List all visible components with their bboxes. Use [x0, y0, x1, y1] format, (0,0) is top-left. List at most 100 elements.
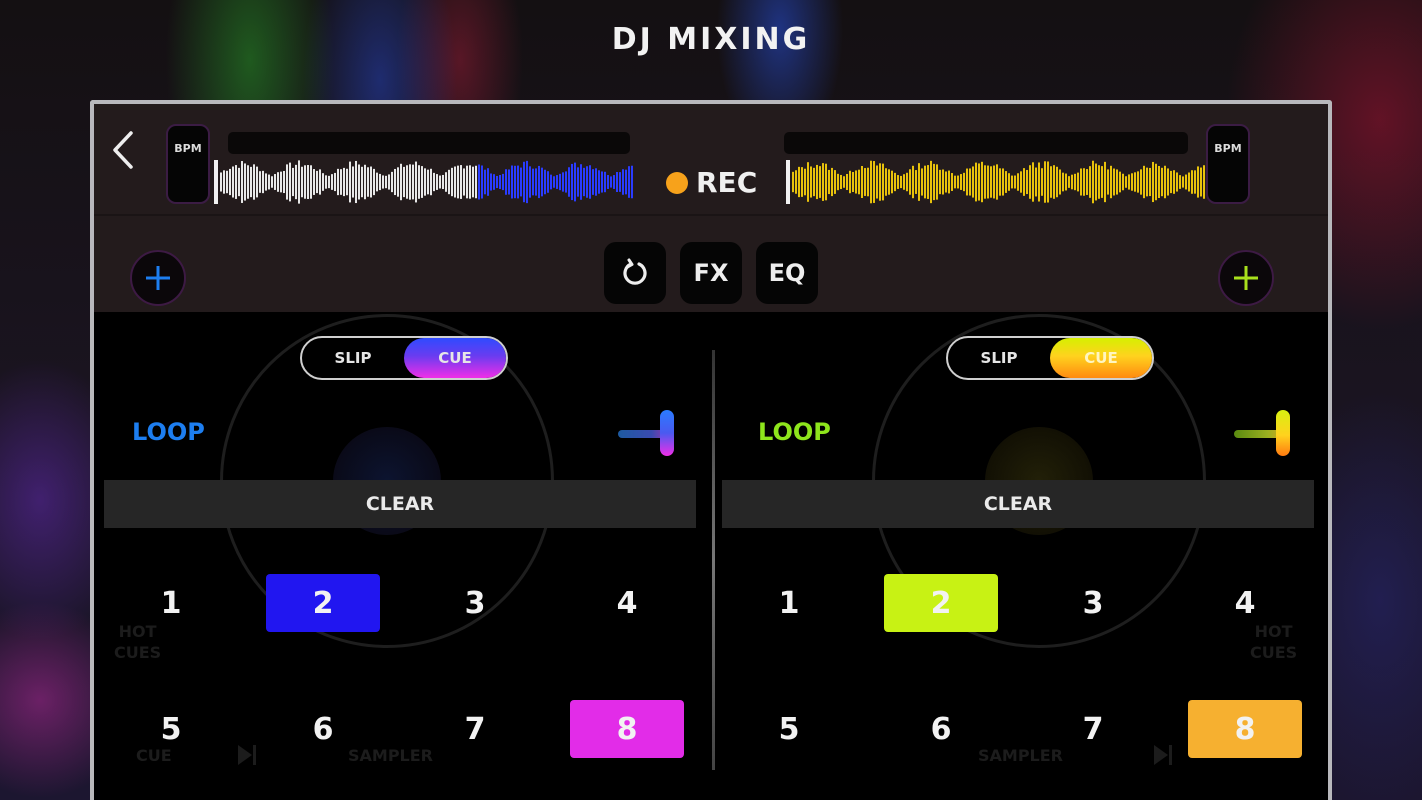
slip-cue-toggle-left[interactable]: SLIP CUE — [300, 336, 508, 380]
hot-cue-pad-8[interactable]: 8 — [1188, 700, 1302, 758]
waveform-bar — [852, 171, 854, 193]
bpm-display-right[interactable]: BPM — [1206, 124, 1250, 204]
toggle-slip-right[interactable]: SLIP — [948, 338, 1050, 378]
toggle-slip-left[interactable]: SLIP — [302, 338, 404, 378]
clear-button-left[interactable]: CLEAR — [104, 480, 696, 528]
hot-cue-pad-2[interactable]: 2 — [884, 574, 998, 632]
hot-cue-pad-7[interactable]: 7 — [1036, 700, 1150, 758]
hot-cue-pad-3[interactable]: 3 — [418, 574, 532, 632]
waveform-bar — [1041, 168, 1043, 196]
waveform-bar — [565, 171, 567, 193]
waveform-bar — [427, 169, 429, 195]
waveform-bar — [861, 166, 863, 198]
waveform-bar — [1125, 176, 1127, 188]
waveform-bar — [1176, 172, 1178, 192]
waveform-bar — [457, 165, 459, 199]
waveform-bar — [223, 170, 225, 194]
waveform-bar — [921, 168, 923, 196]
waveform-bar — [367, 167, 369, 197]
waveform-bar — [271, 176, 273, 188]
waveform-bar — [1191, 170, 1193, 194]
waveform-bar — [361, 166, 363, 198]
eq-button[interactable]: EQ — [756, 242, 818, 304]
waveform-bar — [421, 166, 423, 198]
waveform-bar — [448, 169, 450, 195]
waveform-bar — [610, 176, 612, 188]
hot-cue-pad-8[interactable]: 8 — [570, 700, 684, 758]
waveform-bar — [376, 172, 378, 192]
waveform-bar — [343, 167, 345, 197]
waveform-bar — [1182, 176, 1184, 188]
waveform-bar — [906, 172, 908, 192]
waveform-bar — [463, 168, 465, 196]
waveform-bar — [574, 162, 576, 202]
waveform-right[interactable] — [786, 158, 1210, 206]
waveform-bar — [963, 172, 965, 192]
pitch-slider-handle[interactable] — [1276, 410, 1290, 456]
back-button[interactable] — [108, 128, 138, 172]
waveform-bar — [514, 165, 516, 199]
waveform-bar — [625, 169, 627, 195]
record-button[interactable]: REC — [666, 166, 757, 199]
hot-cue-pad-3[interactable]: 3 — [1036, 574, 1150, 632]
slip-cue-toggle-right[interactable]: SLIP CUE — [946, 336, 1154, 380]
pitch-slider-right[interactable] — [1234, 410, 1294, 460]
waveform-bar — [981, 161, 983, 203]
hot-cue-pad-2[interactable]: 2 — [266, 574, 380, 632]
waveform-bar — [909, 169, 911, 195]
hot-cue-pad-4[interactable]: 4 — [1188, 574, 1302, 632]
loop-button-right[interactable]: LOOP — [758, 418, 831, 446]
hot-cue-pad-1[interactable]: 1 — [732, 574, 846, 632]
hot-cue-pad-6[interactable]: 6 — [884, 700, 998, 758]
waveform-bar — [274, 174, 276, 190]
waveform-bar — [511, 165, 513, 199]
bpm-display-left[interactable]: BPM — [166, 124, 210, 204]
waveform-bar — [601, 171, 603, 193]
track-info-bar-left — [228, 132, 630, 154]
waveform-bar — [562, 172, 564, 192]
waveform-bar — [801, 167, 803, 197]
fx-button[interactable]: FX — [680, 242, 742, 304]
waveform-bar — [849, 170, 851, 194]
mixer-controls: FX EQ — [604, 242, 818, 304]
waveform-bar — [1077, 172, 1079, 192]
waveform-bar — [1164, 165, 1166, 199]
add-track-button-right[interactable] — [1218, 250, 1274, 306]
waveform-bar — [1062, 172, 1064, 192]
reset-button[interactable] — [604, 242, 666, 304]
waveform-bar — [1152, 161, 1154, 203]
hot-cue-pad-5[interactable]: 5 — [114, 700, 228, 758]
waveform-bar — [792, 171, 794, 193]
loop-button-left[interactable]: LOOP — [132, 418, 205, 446]
waveform-bar — [798, 166, 800, 198]
waveform-bar — [897, 175, 899, 189]
waveform-bar — [876, 165, 878, 199]
hot-cue-pad-7[interactable]: 7 — [418, 700, 532, 758]
waveform-bar — [1197, 166, 1199, 198]
waveform-bar — [966, 168, 968, 196]
hot-cue-pad-5[interactable]: 5 — [732, 700, 846, 758]
waveform-bar — [1203, 165, 1205, 199]
clear-button-right[interactable]: CLEAR — [722, 480, 1314, 528]
dj-mixer-panel: BPM REC BPM FX EQ SLIP CUE LOOP CLEAR HO… — [90, 100, 1332, 800]
waveform-bar — [382, 175, 384, 189]
waveform-bar — [939, 169, 941, 195]
waveform-bar — [319, 169, 321, 195]
waveform-bar — [951, 173, 953, 191]
waveform-bar — [418, 165, 420, 199]
waveform-bar — [559, 173, 561, 191]
waveform-bar — [265, 173, 267, 191]
waveform-left[interactable] — [214, 158, 638, 206]
waveform-row: BPM REC BPM — [94, 104, 1328, 216]
waveform-bar — [1107, 169, 1109, 195]
hot-cue-pad-1[interactable]: 1 — [114, 574, 228, 632]
pitch-slider-handle[interactable] — [660, 410, 674, 456]
waveform-bar — [1044, 161, 1046, 203]
hot-cue-pad-4[interactable]: 4 — [570, 574, 684, 632]
waveform-bar — [628, 166, 630, 198]
hot-cue-pad-6[interactable]: 6 — [266, 700, 380, 758]
add-track-button-left[interactable] — [130, 250, 186, 306]
pitch-slider-left[interactable] — [618, 410, 678, 460]
toggle-cue-right[interactable]: CUE — [1050, 338, 1152, 378]
toggle-cue-left[interactable]: CUE — [404, 338, 506, 378]
